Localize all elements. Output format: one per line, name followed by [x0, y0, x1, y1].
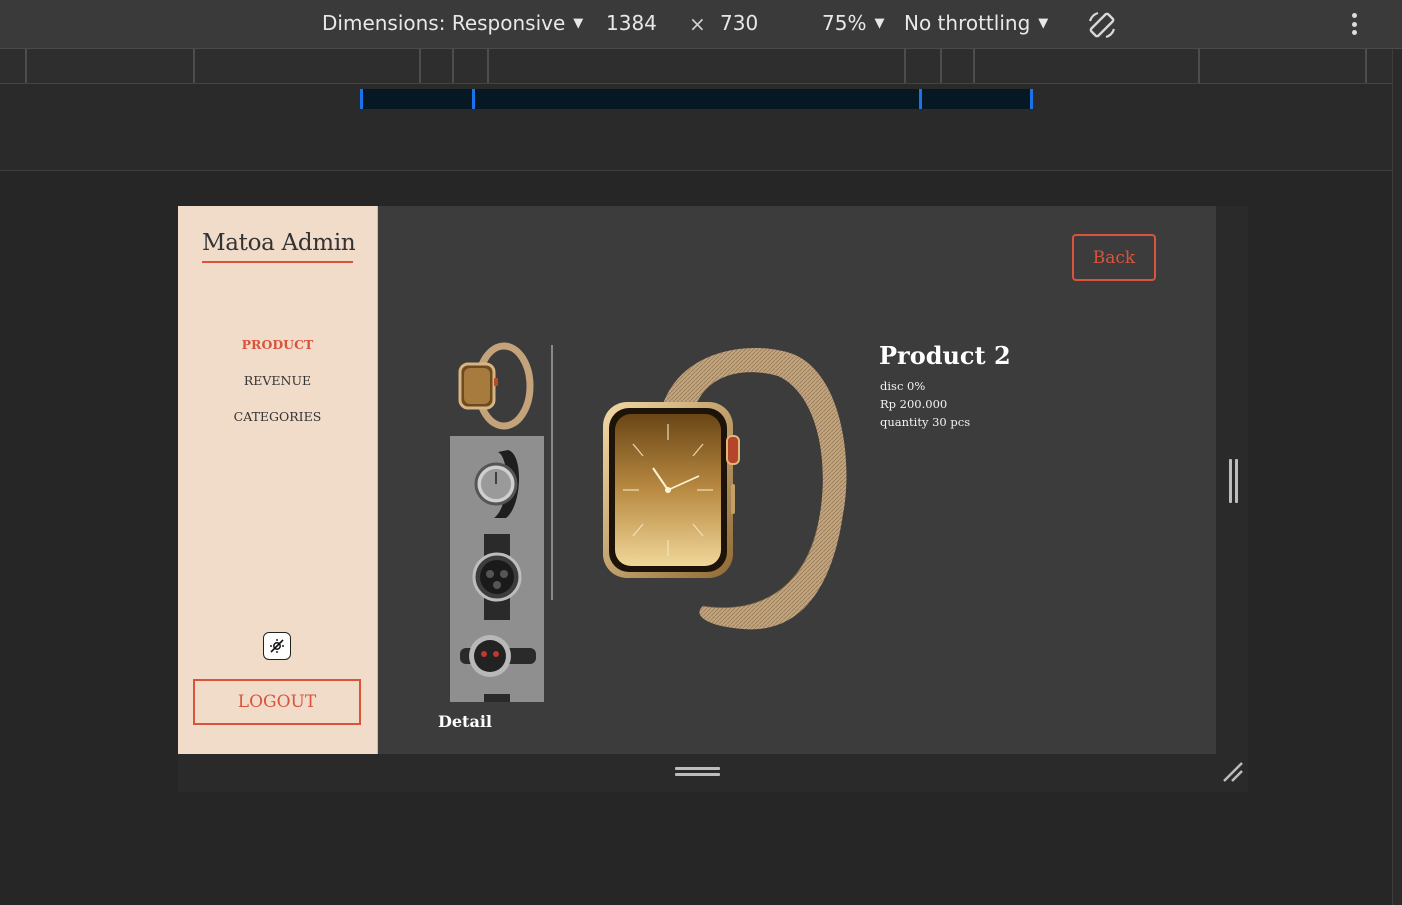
- thumbnail-gold-watch[interactable]: [450, 342, 544, 436]
- caret-down-icon: ▼: [874, 15, 885, 31]
- throttling-label: No throttling: [904, 11, 1031, 35]
- height-input[interactable]: 730: [720, 11, 758, 35]
- emulated-viewport: Matoa Admin PRODUCT REVENUE CATEGORIES L…: [178, 206, 1216, 754]
- resize-handle-right[interactable]: [1229, 459, 1238, 503]
- zoom-label: 75%: [822, 11, 867, 35]
- dimensions-label: Dimensions: Responsive: [322, 11, 566, 35]
- product-discount: disc 0%: [880, 379, 926, 393]
- logout-button[interactable]: LOGOUT: [193, 679, 361, 725]
- back-button[interactable]: Back: [1072, 234, 1156, 281]
- nav-item-categories[interactable]: CATEGORIES: [178, 409, 377, 424]
- product-quantity: quantity 30 pcs: [880, 415, 971, 429]
- caret-down-icon: ▼: [573, 15, 584, 31]
- width-input[interactable]: 1384: [606, 11, 657, 35]
- media-query-bar: [0, 49, 1392, 84]
- theme-toggle-icon: [270, 639, 284, 653]
- thumbnail-chrono-watch[interactable]: [450, 436, 544, 530]
- brand-title: Matoa Admin: [202, 230, 356, 263]
- dimensions-dropdown[interactable]: Dimensions: Responsive ▼: [322, 11, 583, 35]
- product-main-image: [603, 347, 847, 630]
- devtools-scrollbar[interactable]: [1392, 49, 1402, 905]
- nav-item-product[interactable]: PRODUCT: [178, 337, 377, 352]
- theme-toggle-button[interactable]: [263, 632, 291, 660]
- detail-heading: Detail: [438, 712, 492, 731]
- sidebar: Matoa Admin PRODUCT REVENUE CATEGORIES L…: [178, 206, 378, 754]
- resize-corner-icon[interactable]: [1221, 760, 1245, 784]
- more-vertical-icon[interactable]: [1344, 11, 1364, 37]
- product-title: Product 2: [879, 341, 1011, 370]
- throttling-dropdown[interactable]: No throttling ▼: [904, 11, 1048, 35]
- thumbnail-scrollbar[interactable]: [551, 345, 553, 600]
- product-price: Rp 200.000: [880, 397, 948, 411]
- thumbnail-list[interactable]: [450, 342, 544, 702]
- device-toolbar: Dimensions: Responsive ▼ 1384 × 730 75% …: [0, 0, 1402, 49]
- thumbnail-next-watch[interactable]: [450, 686, 544, 702]
- nav-item-revenue[interactable]: REVENUE: [178, 373, 377, 388]
- times-separator: ×: [689, 12, 706, 36]
- resize-handle-bottom[interactable]: [675, 767, 720, 778]
- thumbnail-red-chrono-watch[interactable]: [450, 624, 544, 686]
- caret-down-icon: ▼: [1038, 15, 1049, 31]
- thumbnail-steel-watch[interactable]: [450, 530, 544, 624]
- zoom-dropdown[interactable]: 75% ▼: [822, 11, 884, 35]
- rotate-icon[interactable]: [1086, 9, 1118, 41]
- breakpoint-bar[interactable]: [360, 89, 1033, 109]
